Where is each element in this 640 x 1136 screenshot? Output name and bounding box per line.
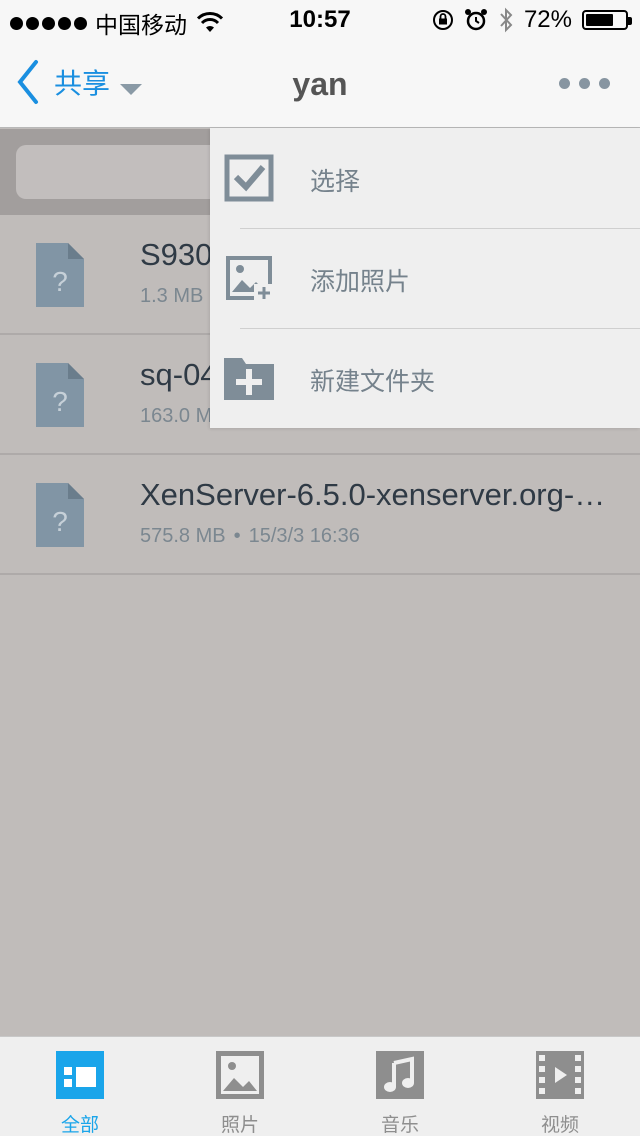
menu-item-label: 添加照片 (310, 267, 411, 296)
more-options-button[interactable] (559, 78, 610, 89)
file-size: 163.0 M (140, 405, 213, 427)
page-title: yan (292, 66, 348, 102)
svg-text:?: ? (52, 506, 68, 537)
more-dot-icon (559, 78, 570, 89)
tab-video[interactable]: 视频 (480, 1037, 640, 1136)
menu-item-select[interactable]: 选择 (210, 128, 640, 228)
unknown-file-icon: ? (36, 483, 84, 547)
file-meta: 1.3 MB (140, 285, 203, 308)
svg-text:?: ? (52, 266, 68, 297)
file-name: XenServer-6.5.0-xenserver.org-… (140, 477, 606, 512)
menu-item-label: 选择 (310, 167, 361, 196)
file-meta: 575.8 MB • 15/3/3 16:36 (140, 525, 360, 548)
file-name: S930 (140, 237, 213, 272)
bluetooth-icon (500, 7, 513, 33)
file-meta: 163.0 M (140, 405, 212, 428)
tab-label: 照片 (220, 1114, 259, 1136)
tab-photos[interactable]: 照片 (160, 1037, 320, 1136)
battery-fill (586, 14, 614, 26)
alarm-icon (464, 9, 487, 31)
unknown-file-icon: ? (36, 363, 84, 427)
svg-text:?: ? (52, 386, 68, 417)
tab-all[interactable]: 全部 (0, 1037, 160, 1136)
menu-item-label: 新建文件夹 (310, 367, 436, 396)
menu-item-add-photo[interactable]: 添加照片 (210, 228, 640, 328)
tab-bar: 全部 照片 音乐 视频 (0, 1036, 640, 1136)
all-files-icon (56, 1051, 104, 1099)
file-name: sq-04 (140, 357, 218, 392)
separator-dot: • (233, 525, 241, 547)
status-bar: 中国移动 10:57 72% (0, 0, 640, 40)
video-icon (536, 1051, 584, 1099)
rotation-lock-icon (432, 10, 453, 30)
checkbox-icon (224, 154, 274, 202)
new-folder-icon (224, 358, 274, 400)
tab-label: 音乐 (380, 1114, 419, 1136)
navigation-bar: 共享 yan (0, 40, 640, 128)
more-dot-icon (579, 78, 590, 89)
add-photo-icon (226, 256, 274, 302)
tab-music[interactable]: 音乐 (320, 1037, 480, 1136)
unknown-file-icon: ? (36, 243, 84, 307)
music-icon (376, 1051, 424, 1099)
battery-icon (582, 10, 632, 30)
menu-item-new-folder[interactable]: 新建文件夹 (210, 328, 640, 428)
list-item[interactable]: ? XenServer-6.5.0-xenserver.org-… 575.8 … (0, 455, 640, 575)
status-right: 72% (432, 6, 632, 34)
more-dot-icon (599, 78, 610, 89)
file-size: 575.8 MB (140, 525, 226, 547)
more-options-menu: 选择 添加照片 新建文件夹 (210, 128, 640, 428)
battery-percent: 72% (523, 6, 572, 33)
tab-label: 视频 (540, 1114, 579, 1136)
file-date: 15/3/3 16:36 (248, 525, 360, 547)
photos-icon (216, 1051, 264, 1099)
file-size: 1.3 MB (140, 285, 204, 307)
tab-label: 全部 (60, 1114, 99, 1136)
